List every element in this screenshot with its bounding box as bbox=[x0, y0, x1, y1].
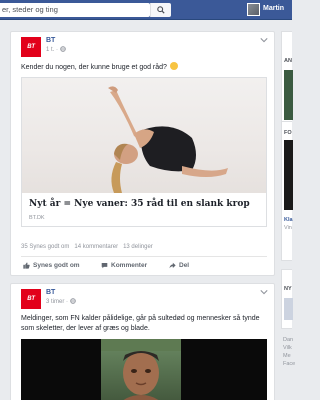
post-actions: Synes godt om Kommenter Del bbox=[21, 260, 267, 272]
link-preview[interactable]: Nyt år = Nye vaner: 35 råd til en slank … bbox=[21, 77, 267, 227]
sidebar-thumbnail[interactable] bbox=[284, 140, 293, 210]
post-message: Kender du nogen, der kunne bruge et god … bbox=[21, 64, 167, 71]
shares-count[interactable]: 13 delinger bbox=[123, 244, 153, 250]
video-player[interactable] bbox=[21, 339, 267, 400]
like-label: Synes godt om bbox=[33, 262, 80, 269]
globe-icon bbox=[69, 298, 76, 304]
sidebar-panel: NY bbox=[281, 269, 293, 329]
top-navigation-bar: er, steder og ting Martin bbox=[0, 0, 292, 20]
post-meta: 3 timer · bbox=[46, 298, 76, 305]
search-placeholder: er, steder og ting bbox=[2, 5, 58, 14]
post-meta: 1 t. · bbox=[46, 46, 66, 53]
post-timestamp[interactable]: 1 t. bbox=[46, 47, 54, 53]
sidebar-panel: FO Kla Vin bbox=[281, 121, 293, 261]
footer-link[interactable]: Face bbox=[283, 361, 295, 367]
video-still bbox=[101, 339, 181, 400]
link-domain: BT.DK bbox=[29, 215, 45, 221]
search-button[interactable] bbox=[150, 3, 171, 17]
post-text: Kender du nogen, der kunne bruge et god … bbox=[21, 62, 271, 73]
chevron-down-icon[interactable] bbox=[260, 37, 268, 43]
post-text: Meldinger, som FN kalder pålidelige, går… bbox=[21, 314, 266, 333]
search-input[interactable]: er, steder og ting bbox=[0, 3, 150, 17]
share-button[interactable]: Del bbox=[169, 262, 189, 269]
link-preview-image bbox=[22, 78, 266, 193]
sidebar-thumbnail[interactable] bbox=[284, 70, 293, 120]
sidebar-panel: AN bbox=[281, 31, 293, 125]
profile-name-link[interactable]: Martin bbox=[263, 5, 284, 12]
like-button[interactable]: Synes godt om bbox=[23, 262, 80, 269]
page-name-link[interactable]: BT bbox=[46, 289, 55, 296]
comment-button[interactable]: Kommenter bbox=[101, 262, 147, 269]
share-icon bbox=[169, 262, 176, 269]
profile-avatar[interactable] bbox=[247, 3, 260, 16]
comment-label: Kommenter bbox=[111, 262, 148, 269]
page-avatar[interactable]: BT bbox=[21, 289, 41, 309]
link-title[interactable]: Nyt år = Nye vaner: 35 råd til en slank … bbox=[29, 199, 250, 209]
search-icon bbox=[157, 6, 165, 14]
comments-count[interactable]: 14 kommentarer bbox=[74, 244, 118, 250]
feed-post: BT BT 3 timer · Meldinger, som FN kalder… bbox=[10, 283, 275, 400]
sidebar-heading: NY bbox=[284, 286, 292, 292]
page-name-link[interactable]: BT bbox=[46, 37, 55, 44]
comment-icon bbox=[101, 263, 108, 269]
post-message: Meldinger, som FN kalder pålidelige, går… bbox=[21, 315, 260, 332]
sidebar-link[interactable]: Kla bbox=[284, 217, 293, 223]
sidebar-heading: FO bbox=[284, 130, 292, 136]
footer-link[interactable]: Dan bbox=[283, 337, 293, 343]
share-label: Del bbox=[179, 262, 190, 269]
smiley-emoji-icon bbox=[169, 62, 178, 70]
likes-count[interactable]: 35 Synes godt om bbox=[21, 244, 69, 250]
post-timestamp[interactable]: 3 timer bbox=[46, 299, 64, 305]
footer-link[interactable]: Me bbox=[283, 353, 291, 359]
sidebar-heading: AN bbox=[284, 58, 292, 64]
bt-logo-text: BT bbox=[27, 296, 35, 302]
globe-icon bbox=[59, 46, 66, 52]
footer-link[interactable]: Vilk bbox=[283, 345, 292, 351]
page-avatar[interactable]: BT bbox=[21, 37, 41, 57]
sidebar-subtext: Vin bbox=[284, 225, 292, 231]
chevron-down-icon[interactable] bbox=[260, 289, 268, 295]
bt-logo-text: BT bbox=[27, 44, 35, 50]
sidebar-thumbnail[interactable] bbox=[284, 298, 293, 320]
feed-post: BT BT 1 t. · Kender du nogen, der kunne … bbox=[10, 31, 275, 276]
yoga-photo bbox=[108, 86, 228, 193]
right-sidebar: AN FO Kla Vin NY Dan Vilk Me Face bbox=[281, 31, 295, 400]
video-thumbnail bbox=[101, 339, 181, 400]
divider bbox=[21, 256, 267, 257]
thumbs-up-icon bbox=[23, 262, 30, 269]
post-stats: 35 Synes godt om 14 kommentarer 13 delin… bbox=[21, 244, 153, 250]
